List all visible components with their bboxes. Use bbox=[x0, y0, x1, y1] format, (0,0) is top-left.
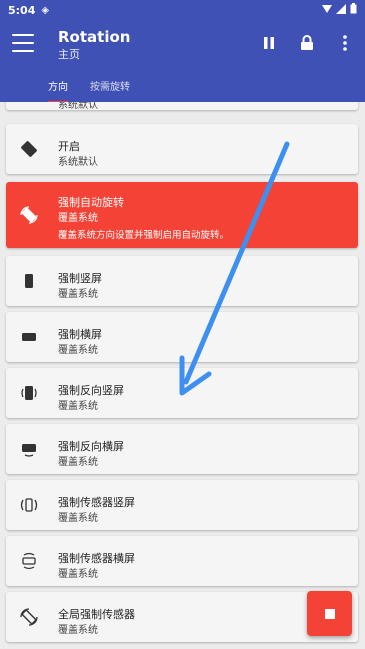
list-item-sub: 覆盖系统 bbox=[58, 513, 98, 524]
list-item-sub: 覆盖系统 bbox=[58, 213, 98, 224]
list-item-sub: 覆盖系统 bbox=[58, 625, 98, 636]
reverse-portrait-icon bbox=[18, 382, 40, 404]
list-item-sub: 系统默认 bbox=[58, 102, 98, 111]
list-item-label: 强制反向竖屏 bbox=[58, 384, 124, 397]
list-item-description: 覆盖系统方向设置并强制启用自动旋转。 bbox=[58, 230, 230, 241]
lock-icon[interactable] bbox=[297, 34, 317, 52]
pause-icon[interactable] bbox=[259, 34, 279, 52]
app-bar-actions bbox=[259, 34, 355, 52]
signal-icon bbox=[322, 4, 332, 17]
list-item-label: 强制竖屏 bbox=[58, 272, 102, 285]
tab-label: 方向 bbox=[48, 82, 68, 93]
app-subtitle: 主页 bbox=[58, 48, 80, 61]
list-item-force-landscape[interactable]: 强制横屏 覆盖系统 bbox=[6, 312, 358, 362]
list-item-force-portrait[interactable]: 强制竖屏 覆盖系统 bbox=[6, 256, 358, 306]
list-item-sub: 覆盖系统 bbox=[58, 401, 98, 412]
landscape-icon bbox=[18, 326, 40, 348]
list-item-sub: 系统默认 bbox=[58, 157, 98, 168]
menu-icon[interactable] bbox=[12, 34, 34, 52]
list-item-partial[interactable]: 系统默认 bbox=[6, 102, 358, 111]
list-item-sub: 覆盖系统 bbox=[58, 345, 98, 356]
list-item-force-reverse-portrait[interactable]: 强制反向竖屏 覆盖系统 bbox=[6, 368, 358, 418]
status-icons bbox=[322, 3, 357, 17]
wifi-icon bbox=[336, 3, 346, 17]
tab-bar: 方向 按需旋转 bbox=[0, 74, 365, 104]
list-item-label: 强制传感器横屏 bbox=[58, 552, 135, 565]
orientation-list: 系统默认 开启 系统默认 强制自动旋转 覆盖系统 覆盖系统方向设置并强制启用自动… bbox=[0, 102, 365, 649]
list-item-label: 强制自动旋转 bbox=[58, 196, 124, 209]
app-title: Rotation bbox=[58, 28, 131, 46]
tab-on-demand[interactable]: 按需旋转 bbox=[90, 74, 130, 102]
stop-icon bbox=[324, 608, 335, 619]
list-item-label: 全局强制传感器 bbox=[58, 608, 135, 621]
list-item-label: 开启 bbox=[58, 140, 80, 153]
list-item-force-reverse-landscape[interactable]: 强制反向横屏 覆盖系统 bbox=[6, 424, 358, 474]
sensor-portrait-icon bbox=[18, 494, 40, 516]
stop-button[interactable] bbox=[307, 591, 352, 636]
battery-icon bbox=[350, 3, 357, 17]
list-item-enable[interactable]: 开启 系统默认 bbox=[6, 124, 358, 174]
portrait-icon bbox=[18, 270, 40, 292]
app-bar: Rotation 主页 方向 按需旋转 bbox=[0, 20, 365, 104]
list-item-force-sensor-landscape[interactable]: 强制传感器横屏 覆盖系统 bbox=[6, 536, 358, 586]
notification-icon: ◈ bbox=[41, 4, 50, 16]
list-item-sub: 覆盖系统 bbox=[58, 289, 98, 300]
tab-label: 按需旋转 bbox=[90, 82, 130, 93]
global-sensor-icon bbox=[18, 606, 40, 628]
list-item-sub: 覆盖系统 bbox=[58, 457, 98, 468]
auto-rotate-icon bbox=[18, 204, 40, 226]
status-bar: 5:04 ◈ bbox=[0, 0, 365, 20]
tab-orientation[interactable]: 方向 bbox=[48, 74, 68, 104]
list-item-force-auto-rotate[interactable]: 强制自动旋转 覆盖系统 覆盖系统方向设置并强制启用自动旋转。 bbox=[6, 182, 358, 248]
list-item-sub: 覆盖系统 bbox=[58, 569, 98, 580]
more-options-icon[interactable] bbox=[335, 34, 355, 52]
reverse-landscape-icon bbox=[18, 438, 40, 460]
status-time: 5:04 bbox=[8, 3, 36, 17]
rotate-on-icon bbox=[18, 138, 40, 160]
list-item-label: 强制横屏 bbox=[58, 328, 102, 341]
sensor-landscape-icon bbox=[18, 550, 40, 572]
list-item-label: 强制传感器竖屏 bbox=[58, 496, 135, 509]
list-item-force-sensor-portrait[interactable]: 强制传感器竖屏 覆盖系统 bbox=[6, 480, 358, 530]
list-item-label: 强制反向横屏 bbox=[58, 440, 124, 453]
list-item-global-force-sensor[interactable]: 全局强制传感器 覆盖系统 bbox=[6, 592, 358, 642]
